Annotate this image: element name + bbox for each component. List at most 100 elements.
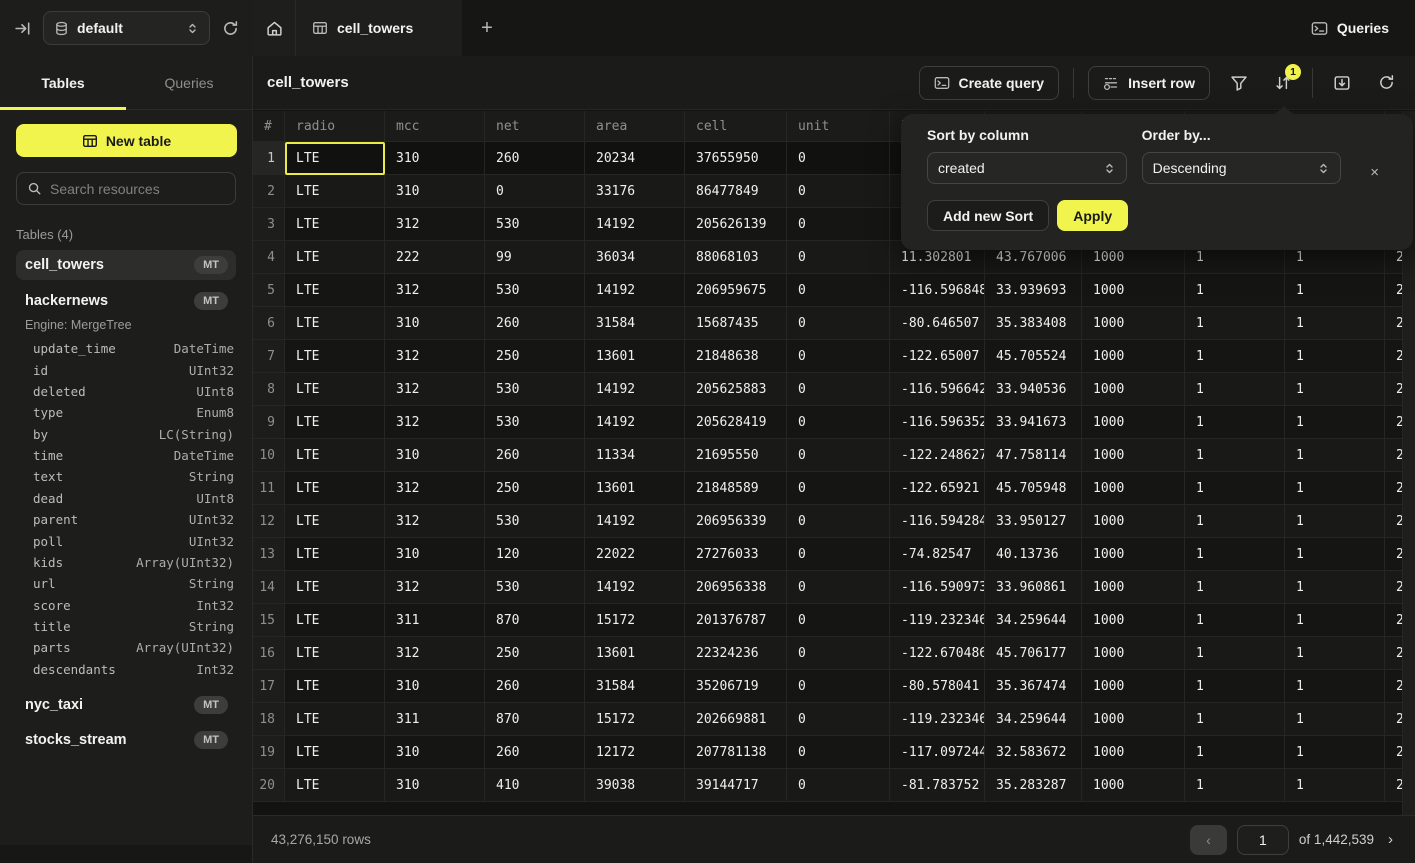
cell-changeable[interactable]: 1	[1285, 538, 1385, 571]
cell-lon[interactable]: -80.578041	[890, 670, 985, 703]
cell-area[interactable]: 15172	[585, 604, 685, 637]
cell-lat[interactable]: 34.259644	[985, 604, 1082, 637]
cell-lat[interactable]: 32.583672	[985, 736, 1082, 769]
cell-unit[interactable]: 0	[787, 208, 890, 241]
cell-area[interactable]: 14192	[585, 373, 685, 406]
row-number[interactable]: 5	[253, 274, 285, 307]
cell-range[interactable]: 1000	[1082, 571, 1185, 604]
cell-samples[interactable]: 1	[1185, 406, 1285, 439]
row-number[interactable]: 17	[253, 670, 285, 703]
sort-column-select[interactable]: created	[927, 152, 1127, 184]
cell-lat[interactable]: 35.367474	[985, 670, 1082, 703]
cell-area[interactable]: 13601	[585, 472, 685, 505]
cell-range[interactable]: 1000	[1082, 472, 1185, 505]
cell-mcc[interactable]: 310	[385, 175, 485, 208]
cell-samples[interactable]: 1	[1185, 571, 1285, 604]
refresh-table-button[interactable]	[1371, 68, 1401, 98]
collapse-sidebar-icon[interactable]	[14, 20, 31, 37]
cell-changeable[interactable]: 1	[1285, 670, 1385, 703]
cell-area[interactable]: 33176	[585, 175, 685, 208]
cell-area[interactable]: 36034	[585, 241, 685, 274]
cell-lon[interactable]: -80.646507	[890, 307, 985, 340]
cell-mcc[interactable]: 312	[385, 472, 485, 505]
cell-net[interactable]: 260	[485, 142, 585, 175]
remove-sort-button[interactable]: ×	[1362, 156, 1387, 188]
cell-range[interactable]: 1000	[1082, 439, 1185, 472]
column-header-row-number[interactable]: #	[253, 111, 285, 142]
cell-range[interactable]: 1000	[1082, 736, 1185, 769]
cell-area[interactable]: 14192	[585, 571, 685, 604]
cell-lat[interactable]: 45.705524	[985, 340, 1082, 373]
home-button[interactable]	[253, 0, 296, 56]
column-header-mcc[interactable]: mcc	[385, 111, 485, 142]
sort-order-select[interactable]: Descending	[1142, 152, 1342, 184]
cell-changeable[interactable]: 1	[1285, 406, 1385, 439]
cell-lon[interactable]: -116.596352	[890, 406, 985, 439]
cell-net[interactable]: 250	[485, 637, 585, 670]
cell-net[interactable]: 0	[485, 175, 585, 208]
cell-samples[interactable]: 1	[1185, 637, 1285, 670]
cell-changeable[interactable]: 1	[1285, 307, 1385, 340]
cell-cell[interactable]: 39144717	[685, 769, 787, 802]
cell-net[interactable]: 250	[485, 472, 585, 505]
cell-area[interactable]: 31584	[585, 670, 685, 703]
cell-mcc[interactable]: 310	[385, 538, 485, 571]
cell-mcc[interactable]: 222	[385, 241, 485, 274]
new-table-button[interactable]: New table	[16, 124, 237, 157]
cell-unit[interactable]: 0	[787, 340, 890, 373]
cell-range[interactable]: 1000	[1082, 604, 1185, 637]
cell-lat[interactable]: 33.939693	[985, 274, 1082, 307]
cell-radio[interactable]: LTE	[285, 340, 385, 373]
cell-lon[interactable]: -117.097244	[890, 736, 985, 769]
sidebar-tab-queries[interactable]: Queries	[126, 56, 252, 109]
sort-button[interactable]: 1	[1268, 68, 1298, 98]
row-number[interactable]: 10	[253, 439, 285, 472]
cell-range[interactable]: 1000	[1082, 340, 1185, 373]
cell-unit[interactable]: 0	[787, 373, 890, 406]
row-number[interactable]: 20	[253, 769, 285, 802]
cell-net[interactable]: 530	[485, 373, 585, 406]
cell-changeable[interactable]: 1	[1285, 373, 1385, 406]
column-header-net[interactable]: net	[485, 111, 585, 142]
cell-changeable[interactable]: 1	[1285, 604, 1385, 637]
cell-lat[interactable]: 34.259644	[985, 703, 1082, 736]
cell-changeable[interactable]: 1	[1285, 505, 1385, 538]
cell-mcc[interactable]: 310	[385, 307, 485, 340]
column-header-area[interactable]: area	[585, 111, 685, 142]
cell-unit[interactable]: 0	[787, 307, 890, 340]
cell-samples[interactable]: 1	[1185, 274, 1285, 307]
cell-changeable[interactable]: 1	[1285, 637, 1385, 670]
database-selector[interactable]: default	[43, 11, 210, 45]
cell-cell[interactable]: 207781138	[685, 736, 787, 769]
cell-area[interactable]: 12172	[585, 736, 685, 769]
cell-lat[interactable]: 33.960861	[985, 571, 1082, 604]
cell-mcc[interactable]: 310	[385, 736, 485, 769]
cell-mcc[interactable]: 312	[385, 505, 485, 538]
row-number[interactable]: 1	[253, 142, 285, 175]
cell-radio[interactable]: LTE	[285, 241, 385, 274]
cell-mcc[interactable]: 311	[385, 604, 485, 637]
cell-mcc[interactable]: 312	[385, 340, 485, 373]
cell-area[interactable]: 20234	[585, 142, 685, 175]
cell-radio[interactable]: LTE	[285, 604, 385, 637]
cell-radio[interactable]: LTE	[285, 373, 385, 406]
cell-cell[interactable]: 201376787	[685, 604, 787, 637]
cell-lat[interactable]: 33.950127	[985, 505, 1082, 538]
cell-lat[interactable]: 33.941673	[985, 406, 1082, 439]
cell-changeable[interactable]: 1	[1285, 571, 1385, 604]
column-header-unit[interactable]: unit	[787, 111, 890, 142]
row-number[interactable]: 15	[253, 604, 285, 637]
cell-cell[interactable]: 37655950	[685, 142, 787, 175]
cell-mcc[interactable]: 312	[385, 637, 485, 670]
queries-button[interactable]: Queries	[1285, 0, 1415, 56]
cell-area[interactable]: 14192	[585, 208, 685, 241]
cell-net[interactable]: 250	[485, 340, 585, 373]
cell-unit[interactable]: 0	[787, 538, 890, 571]
cell-lon[interactable]: -119.232346	[890, 604, 985, 637]
cell-range[interactable]: 1000	[1082, 538, 1185, 571]
cell-unit[interactable]: 0	[787, 274, 890, 307]
cell-range[interactable]: 1000	[1082, 670, 1185, 703]
apply-sort-button[interactable]: Apply	[1057, 200, 1128, 231]
cell-lat[interactable]: 35.383408	[985, 307, 1082, 340]
cell-mcc[interactable]: 312	[385, 571, 485, 604]
